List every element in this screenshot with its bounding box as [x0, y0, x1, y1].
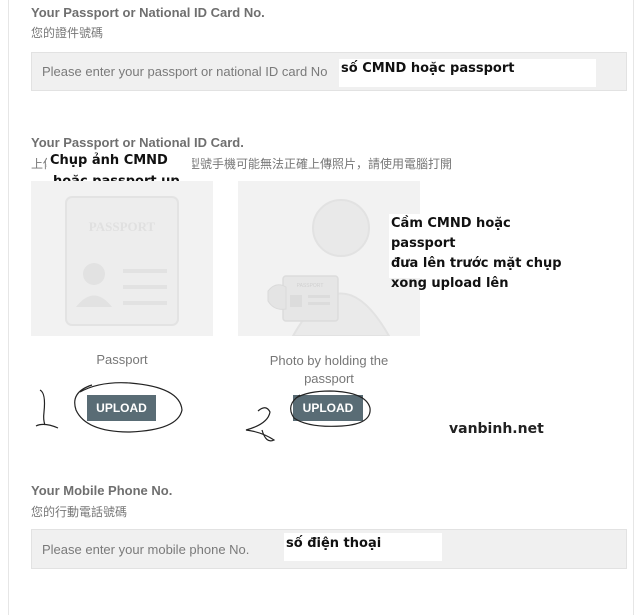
passport-card-text: PASSPORT: [89, 219, 156, 234]
mobile-annotation: số điện thoại: [284, 533, 442, 561]
photo-left-annotation-line1: Chụp ảnh CMND: [50, 153, 168, 168]
passport-number-label: Your Passport or National ID Card No.: [31, 5, 265, 20]
photo-right-annotation: Cầm CMND hoặc passport đưa lên trước mặt…: [389, 214, 571, 291]
page-border-left: [8, 0, 9, 615]
holding-caption-line2: passport: [304, 371, 354, 386]
passport-number-label-zh: 您的證件號碼: [31, 26, 104, 40]
passport-photo-caption: Passport: [96, 352, 148, 367]
photo-right-annotation-line1: Cầm CMND hoặc passport: [391, 216, 511, 251]
watermark-text: vanbinh.net: [449, 421, 544, 437]
holding-passport-caption: Photo by holding the passport: [238, 352, 420, 388]
holding-card-text: PASSPORT: [297, 283, 324, 289]
passport-number-placeholder: Please enter your passport or national I…: [42, 64, 328, 79]
passport-photo-label-zh: 型號手機可能無法正確上傳照片，請使用電腦打開: [188, 157, 453, 171]
mobile-placeholder: Please enter your mobile phone No.: [42, 542, 250, 557]
passport-illustration-icon: PASSPORT: [65, 196, 179, 326]
mobile-label-zh: 您的行動電話號碼: [31, 505, 128, 519]
upload-passport-button[interactable]: UPLOAD: [87, 395, 156, 421]
photo-right-annotation-line3: xong upload lên: [391, 276, 509, 291]
mobile-label: Your Mobile Phone No.: [31, 483, 173, 498]
holding-caption-line1: Photo by holding the: [269, 353, 389, 368]
photo-right-annotation-line2: đưa lên trước mặt chụp: [391, 256, 562, 271]
passport-number-annotation: số CMND hoặc passport: [339, 59, 596, 87]
page-border-right: [633, 0, 634, 615]
passport-photo-dropzone[interactable]: PASSPORT: [31, 181, 213, 336]
upload-holding-passport-button[interactable]: UPLOAD: [293, 395, 363, 421]
passport-photo-label: Your Passport or National ID Card.: [31, 135, 244, 150]
